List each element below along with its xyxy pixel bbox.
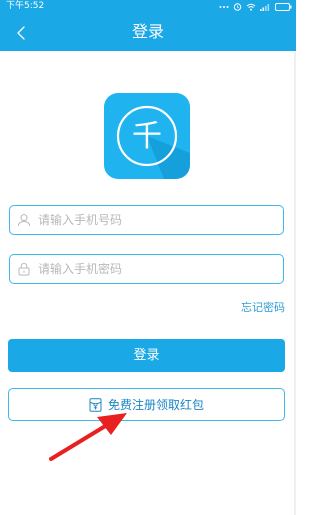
password-field (9, 254, 284, 284)
nav-bar: 登录 (0, 13, 296, 51)
logo-graphic: 千 (116, 105, 190, 179)
lock-icon (18, 262, 30, 276)
password-input[interactable] (38, 255, 278, 283)
phone-input[interactable] (38, 206, 278, 234)
alarm-icon (233, 3, 242, 11)
status-bar: 下午5:52 (0, 0, 296, 13)
app-logo: 千 (104, 93, 190, 179)
more-icon (219, 5, 229, 8)
user-icon (18, 214, 30, 227)
scroll-edge (294, 51, 296, 515)
status-time: 下午5:52 (6, 1, 45, 11)
annotation-arrow (49, 413, 127, 461)
signal-icon (260, 3, 270, 11)
battery-icon (275, 2, 292, 11)
wifi-icon (246, 3, 256, 11)
status-icons (219, 0, 292, 13)
login-button[interactable]: 登录 (8, 339, 285, 372)
forgot-password-link[interactable]: 忘记密码 (241, 299, 285, 315)
logo-char: 千 (132, 119, 162, 154)
page-title: 登录 (131, 22, 164, 41)
phone-field (9, 205, 284, 235)
